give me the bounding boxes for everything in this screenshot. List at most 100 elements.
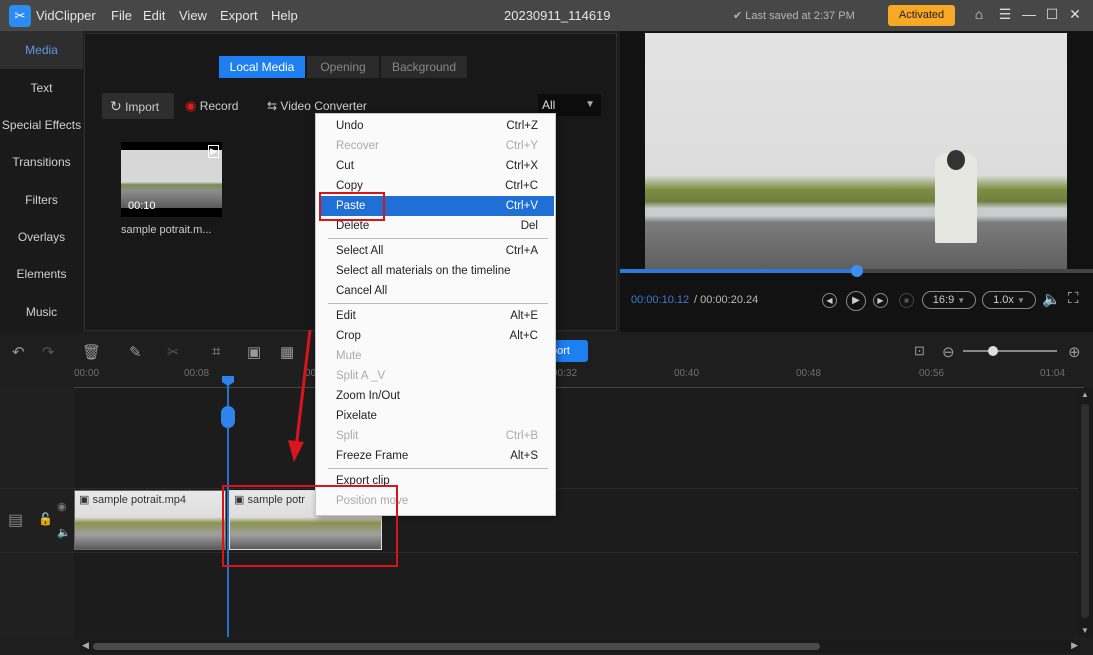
menu-item-select-all-materials-on-the-timeline[interactable]: Select all materials on the timeline [321,261,554,281]
speed-select[interactable]: 1.0x ▼ [982,291,1036,309]
prev-frame-icon[interactable]: ◀ [822,293,837,308]
sidebar-item-music[interactable]: Music [0,305,83,319]
timeline-zoom-handle[interactable] [988,346,998,356]
crop-icon[interactable]: ⌗ [212,343,220,360]
menu-item-shortcut: Alt+C [509,330,538,342]
check-icon: ✔ [733,10,746,22]
tab-local-media[interactable]: Local Media [219,56,305,78]
tab-opening[interactable]: Opening [307,56,379,78]
undo-icon[interactable]: ↶ [12,343,25,361]
video-preview [645,33,1067,270]
menu-view[interactable]: View [179,8,207,23]
sidebar-item-overlays[interactable]: Overlays [0,230,83,244]
menu-item-split: Split Ctrl+B [321,426,554,446]
media-name: sample potrait.m... [121,224,212,236]
record-button[interactable]: ◉ Record [185,93,238,119]
menu-item-zoom-in-out[interactable]: Zoom In/Out [321,386,554,406]
app-logo-icon: ✂ [9,5,31,27]
zoom-in-icon[interactable]: ⊕ [1068,343,1081,361]
timeline-zoom-slider[interactable] [963,350,1057,352]
aspect-ratio-select[interactable]: 16:9 ▼ [922,291,976,309]
media-item[interactable]: ▶ 00:10 [121,142,222,217]
menu-item-shortcut: Ctrl+X [505,160,538,172]
playback-progress[interactable] [620,265,1093,277]
horizontal-scrollbar[interactable]: ◀ ▶ [80,640,1080,653]
menu-help[interactable]: Help [271,8,298,23]
scroll-right-icon[interactable]: ▶ [1071,640,1078,651]
menu-export[interactable]: Export [220,8,258,23]
scroll-up-icon[interactable]: ▲ [1081,390,1089,399]
menu-item-label: Select all materials on the timeline [336,265,511,277]
progress-handle[interactable] [850,265,863,277]
current-time: 00:00:10.12 [631,294,690,306]
menu-item-edit[interactable]: Edit Alt+E [321,306,554,326]
menu-item-shortcut: Alt+S [510,450,538,462]
fit-timeline-icon[interactable]: ⊡ [914,343,925,359]
stop-icon[interactable]: ■ [899,293,914,308]
maximize-icon[interactable]: ☐ [1043,6,1061,23]
menu-item-undo[interactable]: Undo Ctrl+Z [321,116,554,136]
menu-item-label: Pixelate [336,410,377,422]
menu-item-cut[interactable]: Cut Ctrl+X [321,156,554,176]
menu-item-label: Freeze Frame [336,450,409,462]
menu-item-label: Edit [336,310,356,322]
sidebar-item-text[interactable]: Text [0,81,83,95]
timeline-clip[interactable]: ▣ sample potrait.mp4 [74,490,226,550]
home-icon[interactable]: ⌂ [970,6,988,22]
tick-label: 00:00 [74,368,100,379]
chevron-down-icon: ▼ [585,99,595,110]
menu-item-split-a-v: Split A _V [321,366,554,386]
menu-item-label: Copy [336,180,363,192]
menu-item-cancel-all[interactable]: Cancel All [321,281,554,301]
sidebar-item-elements[interactable]: Elements [0,267,83,281]
menu-item-select-all[interactable]: Select All Ctrl+A [321,241,554,261]
menu-icon[interactable]: ☰ [996,6,1014,23]
sidebar-item-media[interactable]: Media [0,31,83,69]
activated-button[interactable]: Activated [888,5,955,26]
split-icon[interactable]: ✂ [167,343,180,361]
redo-icon[interactable]: ↷ [42,343,55,361]
menu-item-freeze-frame[interactable]: Freeze Frame Alt+S [321,446,554,466]
sidebar: Media Text Special Effects Transitions F… [0,31,83,331]
sidebar-item-transitions[interactable]: Transitions [0,155,83,169]
next-frame-icon[interactable]: ▶ [873,293,888,308]
menu-item-label: Recover [336,140,379,152]
menu-item-label: Split A _V [336,370,386,382]
total-time: / 00:00:20.24 [694,294,759,306]
volume-icon[interactable]: 🔈 [1042,290,1061,308]
menu-separator [328,468,548,469]
scroll-down-icon[interactable]: ▼ [1081,626,1089,635]
menu-item-shortcut: Del [520,220,538,232]
sidebar-item-special-effects[interactable]: Special Effects [0,118,83,132]
tab-background[interactable]: Background [381,56,467,78]
tick-label: 00:40 [674,368,700,379]
menu-file[interactable]: File [111,8,132,23]
menu-item-label: Undo [336,120,364,132]
tick-label: 01:04 [1040,368,1066,379]
menu-item-crop[interactable]: Crop Alt+C [321,326,554,346]
record-icon: ◉ [185,98,197,113]
menu-item-pixelate[interactable]: Pixelate [321,406,554,426]
import-button[interactable]: ↻ Import [102,93,174,119]
fullscreen-icon[interactable]: ⛶ [1068,290,1079,307]
close-icon[interactable]: ✕ [1066,6,1084,23]
playhead-split-marker[interactable] [221,406,235,428]
resize-icon[interactable]: ▣ [247,343,261,361]
play-icon[interactable]: ▶ [846,291,866,311]
vertical-scroll-thumb[interactable] [1081,404,1089,618]
delete-icon[interactable]: 🗑 [82,343,101,361]
preview-panel: 00:00:10.12 / 00:00:20.24 ◀ ▶ ▶ ■ 16:9 ▼… [620,31,1093,332]
zoom-out-icon[interactable]: ⊖ [942,343,955,361]
video-clip-icon: ▣ [79,494,93,506]
vertical-scrollbar[interactable]: ▲ ▼ [1078,388,1093,638]
menu-item-shortcut: Ctrl+Y [505,140,538,152]
horizontal-scroll-thumb[interactable] [93,643,820,650]
sidebar-item-filters[interactable]: Filters [0,193,83,207]
scroll-left-icon[interactable]: ◀ [82,640,89,651]
menu-separator [328,238,548,239]
minimize-icon[interactable]: — [1020,6,1038,22]
menu-item-shortcut: Ctrl+Z [506,120,538,132]
edit-icon[interactable]: ✎ [129,343,142,361]
menu-edit[interactable]: Edit [143,8,165,23]
menu-item-shortcut: Alt+E [510,310,538,322]
